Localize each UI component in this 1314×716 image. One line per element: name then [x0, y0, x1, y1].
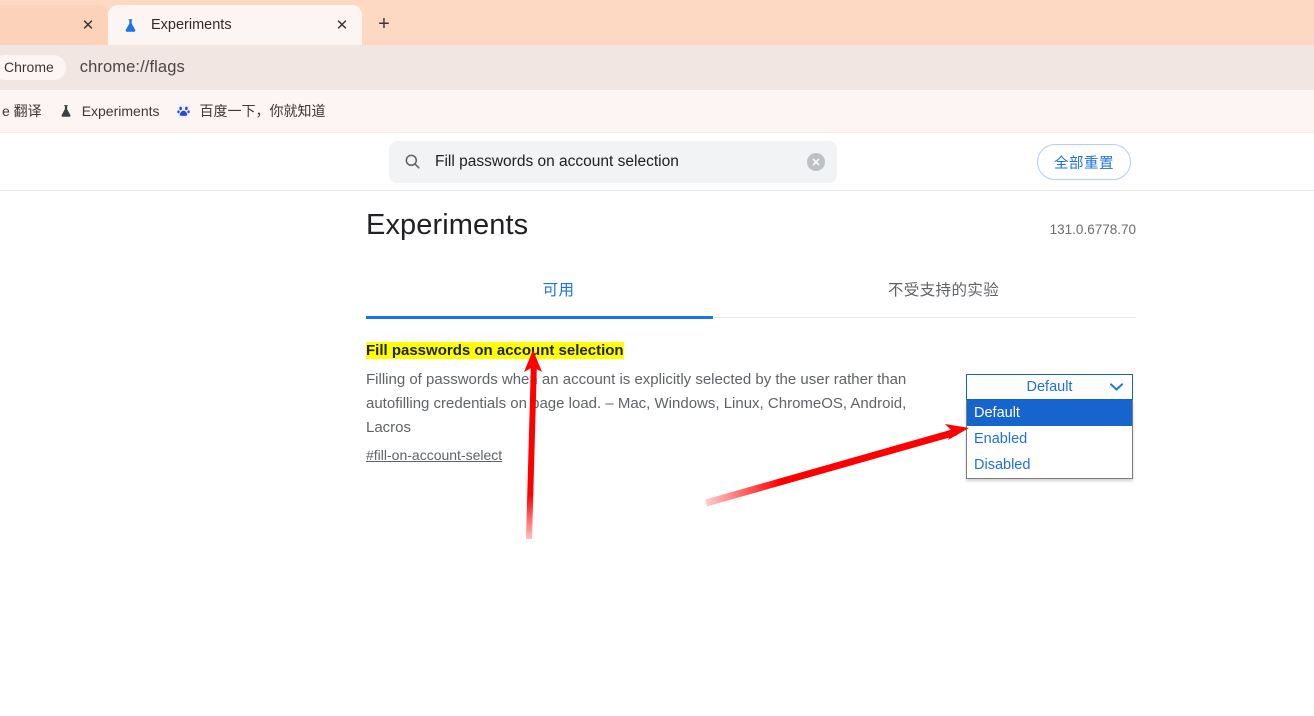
browser-tab-inactive[interactable]: 码 ✕	[0, 5, 108, 45]
bookmark-label: 百度一下，你就知道	[199, 103, 326, 119]
bookmark-label: e 翻译	[2, 103, 42, 119]
option-default[interactable]: Default	[967, 400, 1132, 426]
url-text: chrome://flags	[79, 58, 185, 76]
tab-active-indicator	[366, 316, 713, 319]
option-disabled[interactable]: Disabled	[967, 452, 1132, 478]
url-scheme-chip: Chrome	[0, 55, 66, 80]
option-enabled[interactable]: Enabled	[967, 426, 1132, 452]
search-band: Fill passwords on account selection 全部重置	[0, 133, 1314, 191]
browser-tab-active[interactable]: Experiments ✕	[108, 5, 362, 45]
bookmarks-bar: e 翻译 Experiments 百度一下，你就知道	[0, 90, 1314, 133]
page-title: Experiments	[366, 209, 529, 241]
flag-name: Fill passwords on account selection	[366, 342, 624, 359]
search-icon	[403, 152, 423, 172]
bookmark-label: Experiments	[81, 103, 160, 119]
close-icon[interactable]: ✕	[330, 13, 354, 37]
flags-page: Fill passwords on account selection 全部重置…	[0, 133, 1314, 716]
tab-available[interactable]: 可用	[366, 274, 751, 317]
new-tab-button[interactable]: +	[370, 10, 398, 38]
baidu-icon	[176, 103, 192, 119]
version-label: 131.0.6778.70	[1049, 222, 1136, 237]
flag-select-options[interactable]: Default Enabled Disabled	[966, 400, 1133, 479]
flag-entry: Fill passwords on account selection Fill…	[366, 340, 1136, 479]
flag-info: Fill passwords on account selection Fill…	[366, 340, 966, 465]
address-bar[interactable]: Chrome chrome://flags	[0, 45, 1314, 90]
flask-icon	[58, 103, 74, 119]
tab-strip: 码 ✕ Experiments ✕ +	[0, 0, 1314, 45]
page-header: Experiments 131.0.6778.70	[366, 209, 1136, 242]
search-input[interactable]: Fill passwords on account selection	[389, 141, 837, 183]
flag-description: Filling of passwords when an account is …	[366, 370, 907, 437]
flag-select[interactable]: Default Default Enabled Disabled	[966, 374, 1133, 479]
flag-permalink[interactable]: #fill-on-account-select	[366, 447, 502, 463]
reset-all-button[interactable]: 全部重置	[1037, 144, 1131, 180]
flag-select-value: Default	[1026, 379, 1073, 395]
search-value: Fill passwords on account selection	[435, 153, 679, 170]
main-content: Experiments 131.0.6778.70 可用 不受支持的实验 Fil…	[366, 209, 1136, 479]
flag-select-trigger[interactable]: Default	[966, 374, 1133, 400]
bookmark-item-baidu[interactable]: 百度一下，你就知道	[168, 97, 334, 125]
close-icon[interactable]: ✕	[76, 13, 100, 37]
tab-unsupported[interactable]: 不受支持的实验	[751, 274, 1136, 317]
bookmark-item-experiments[interactable]: Experiments	[50, 97, 168, 125]
bookmark-item-translate[interactable]: e 翻译	[0, 97, 50, 125]
flask-icon	[122, 17, 138, 33]
browser-window: 码 ✕ Experiments ✕ + Chrome chrome://flag…	[0, 0, 1314, 716]
clear-icon[interactable]	[807, 153, 825, 171]
flags-tabs: 可用 不受支持的实验	[366, 274, 1136, 319]
tab-title: Experiments	[151, 17, 232, 33]
chevron-down-icon	[1110, 383, 1123, 392]
